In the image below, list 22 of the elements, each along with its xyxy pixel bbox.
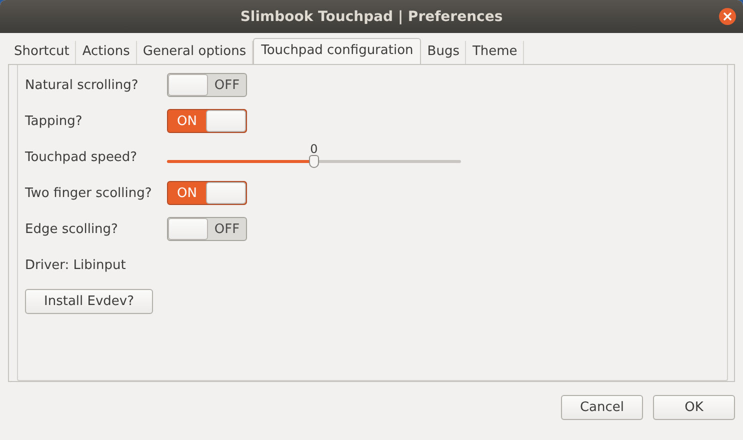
close-button[interactable] xyxy=(719,8,736,25)
dialog-button[interactable]: OK xyxy=(653,395,735,420)
tab[interactable]: Touchpad configuration xyxy=(253,38,422,64)
tab[interactable]: Actions xyxy=(76,41,137,64)
window-title: Slimbook Touchpad | Preferences xyxy=(240,8,503,24)
setting-label: Edge scolling? xyxy=(25,222,119,236)
setting-label: Tapping? xyxy=(25,114,84,128)
slider-thumb[interactable] xyxy=(309,155,319,168)
toggle-switch[interactable]: OFF xyxy=(167,73,247,97)
setting-label: Natural scrolling? xyxy=(25,78,140,92)
setting-label: Touchpad speed? xyxy=(25,150,138,164)
install-button[interactable]: Install Evdev? xyxy=(25,288,154,314)
toggle-switch[interactable]: OFF xyxy=(167,217,247,241)
driver-label: Driver: Libinput xyxy=(25,258,126,272)
dialog-button[interactable]: Cancel xyxy=(561,395,643,420)
tab[interactable]: Bugs xyxy=(421,41,466,64)
tab[interactable]: Theme xyxy=(466,41,524,64)
slider-value: 0 xyxy=(310,142,318,156)
slider-track[interactable] xyxy=(167,155,461,168)
setting-label: Two finger scolling? xyxy=(25,186,153,200)
tab[interactable]: Shortcut xyxy=(8,41,76,64)
close-icon xyxy=(723,12,732,21)
